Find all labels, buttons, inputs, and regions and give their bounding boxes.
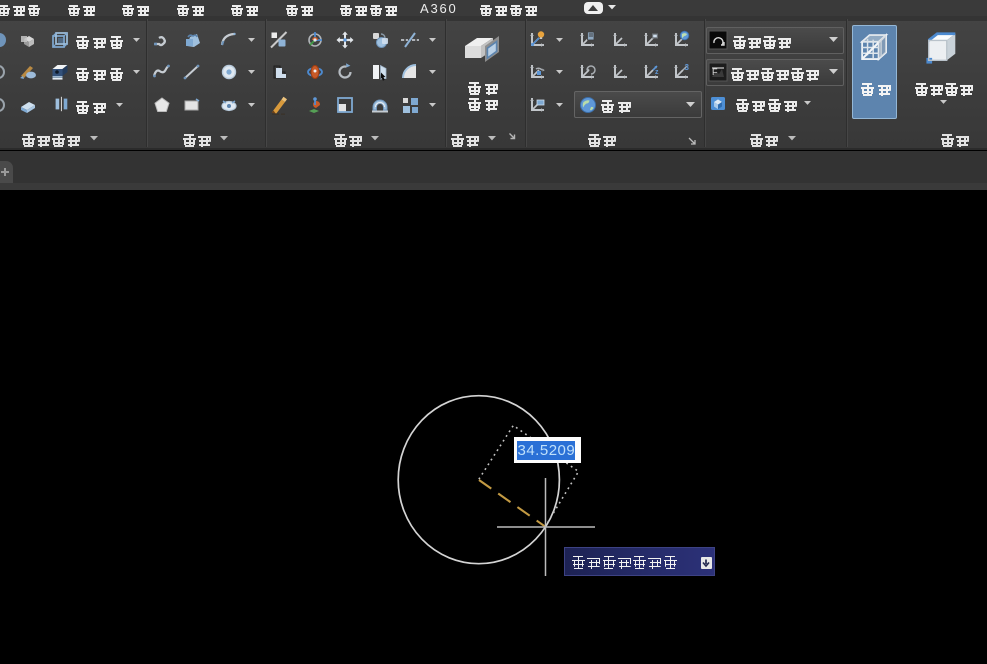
svg-text:3: 3 bbox=[685, 63, 690, 72]
svg-text:z: z bbox=[655, 69, 659, 76]
